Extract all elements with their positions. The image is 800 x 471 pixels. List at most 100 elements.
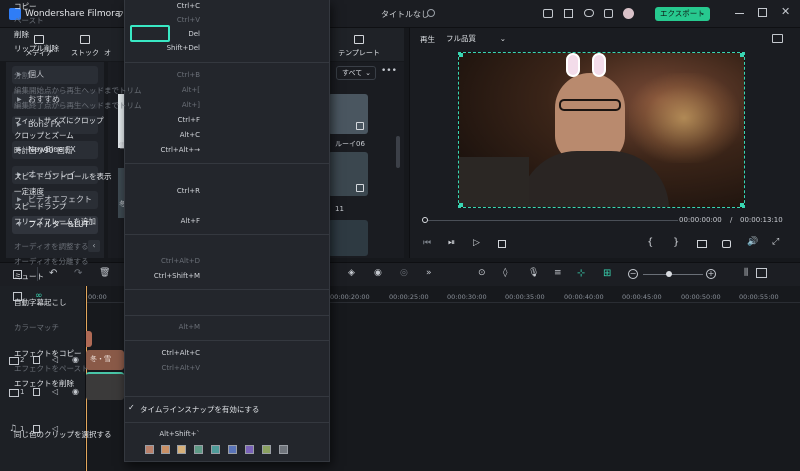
color-swatch[interactable] [228,445,237,454]
menu-item-shortcut: Alt+M [178,323,200,331]
menu-item-label: 一定速度 [14,187,44,196]
quality-dropdown[interactable]: フル品質 ⌄ [446,32,510,45]
color-swatch[interactable] [177,445,186,454]
resize-handle[interactable] [740,53,744,57]
menu-item-mute[interactable]: ミュート Ctrl+Shift+M [14,270,200,283]
minimize-icon[interactable] [735,13,744,14]
menu-item-label: オーディオを分離する [14,257,89,266]
color-icon[interactable]: ◈ [348,268,355,278]
cloud-status-icon[interactable] [427,9,435,17]
color-swatch[interactable] [245,445,254,454]
download-icon[interactable] [356,184,364,192]
color-swatch[interactable] [279,445,288,454]
filter-dropdown[interactable]: すべて ⌄ [336,66,376,80]
more-options-icon[interactable]: ••• [381,66,397,76]
document-title: タイトルなし [381,10,429,19]
play-icon[interactable]: ▷ [473,238,480,248]
menu-item-label: 自動字幕起こし [14,298,67,307]
menu-item-copy-effects[interactable]: エフェクトをコピー Ctrl+Alt+C [14,347,200,360]
menu-item-uniform-speed[interactable]: 一定速度 Ctrl+R [14,185,200,198]
camera-icon[interactable] [722,240,731,248]
monitor-icon[interactable] [543,9,553,18]
menu-separator [125,234,329,235]
resize-handle[interactable] [459,53,463,57]
checkmark-icon: ✓ [128,403,135,412]
prev-frame-icon[interactable]: ⏮ [423,238,431,248]
resize-handle[interactable] [459,203,463,207]
library-scrollbar[interactable] [396,136,400,168]
menu-item-crop-to-fit[interactable]: フィットサイズにクロップ Ctrl+F [14,114,200,127]
menu-item-shortcut: Ctrl+Alt+V [161,364,200,372]
mark-in-icon[interactable]: { [647,237,653,248]
menu-item-timeline-snap[interactable]: タイムラインスナップを有効にする [140,403,314,416]
menu-item-label: コピー [14,2,37,11]
avatar[interactable] [623,8,634,19]
menu-item-speed-control[interactable]: スピードコントロールを表示 [14,170,200,183]
thumbnail-card[interactable] [328,152,368,196]
menu-item-speed-ramp[interactable]: スピードランプ [14,200,200,213]
maximize-icon[interactable] [758,8,767,17]
more-tools-icon[interactable]: » [426,268,432,278]
thumbnail-card[interactable] [328,94,368,134]
color-swatch[interactable] [211,445,220,454]
color-swatch[interactable] [194,445,203,454]
ruler-label: 00:00:40:00 [564,293,604,301]
shield-icon[interactable]: ◊ [503,268,507,278]
quality-label: フル品質 [446,34,476,43]
layout-icon[interactable] [756,268,767,278]
fullscreen-icon[interactable]: ⤢ [772,237,779,247]
menu-item-ripple-delete[interactable]: リップル削除 Shift+Del [14,42,200,55]
zoom-slider-track[interactable] [643,274,703,275]
bunny-ear-right [592,53,606,77]
menu-item-delete[interactable]: 削除 Del [14,28,200,41]
tab-template[interactable]: テンプレート [336,32,382,60]
cloud-upload-icon[interactable] [584,9,594,17]
total-time: 00:00:13:10 [740,216,783,224]
menu-item-copy[interactable]: コピー Ctrl+C [14,0,200,13]
export-button[interactable]: エクスポート ⌄ [655,7,710,21]
menu-item-label: 編集開始点から再生ヘッドまでトリム [14,86,142,95]
snapshot-image-icon[interactable] [772,34,783,43]
snap-icon[interactable]: ⊹ [577,268,585,279]
close-icon[interactable]: ✕ [781,5,790,18]
thumbnail-card[interactable] [328,220,368,256]
menu-item-crop-zoom[interactable]: クロップとズーム Alt+C [14,129,200,142]
color-swatch[interactable] [145,445,154,454]
ai-icon[interactable]: ◎ [400,268,408,278]
color-swatch[interactable] [161,445,170,454]
time-separator: / [730,216,733,224]
microphone-icon[interactable]: 🎙 [528,268,539,278]
stop-icon[interactable] [498,240,506,248]
magnet-icon[interactable]: ⊞ [603,268,611,279]
speed-icon[interactable]: ◉ [374,268,382,278]
menu-item-select-same-color[interactable]: 同じ色のクリップを選択する Alt+Shift+` [14,428,200,441]
menu-item-freeze-frame[interactable]: フリーズフレームを追加 Alt+F [14,215,200,228]
zoom-slider-knob[interactable] [666,271,672,277]
progress-track[interactable] [428,220,678,221]
resize-handle[interactable] [740,203,744,207]
render-icon[interactable]: ⊙ [478,268,486,278]
audio-track-icon[interactable]: ≡ [554,268,562,278]
volume-icon[interactable]: 🔊 [747,237,758,247]
zoom-in-icon[interactable]: + [706,269,716,279]
preview-video[interactable] [458,52,745,208]
save-icon[interactable] [564,9,573,18]
menu-item-adjust-audio: オーディオを調整する [14,240,200,253]
ruler-label: 00:00:50:00 [681,293,721,301]
zoom-out-icon[interactable]: − [628,269,638,279]
menu-item-label: 編集終了点から再生ヘッドまでトリム [14,101,142,110]
display-icon[interactable] [697,240,707,248]
color-swatch[interactable] [262,445,271,454]
download-icon[interactable] [356,122,364,130]
menu-item-delete-effects[interactable]: エフェクトを削除 [14,377,200,390]
gift-icon[interactable] [604,9,613,18]
filter-label: すべて [342,69,363,77]
bokeh-lights [629,73,739,163]
mark-out-icon[interactable]: } [673,237,679,248]
step-forward-icon[interactable]: ⏯ [448,238,455,248]
menu-item-auto-subtitle[interactable]: 自動字幕起こし [14,296,200,309]
menu-item-label: ペースト [14,16,44,25]
audio-mixer-icon[interactable]: ⫼ [744,268,748,278]
menu-item-label: タイムラインスナップを有効にする [140,405,260,414]
menu-item-rotate-90[interactable]: 時計回り90°回転 Ctrl+Alt+→ [14,144,200,157]
